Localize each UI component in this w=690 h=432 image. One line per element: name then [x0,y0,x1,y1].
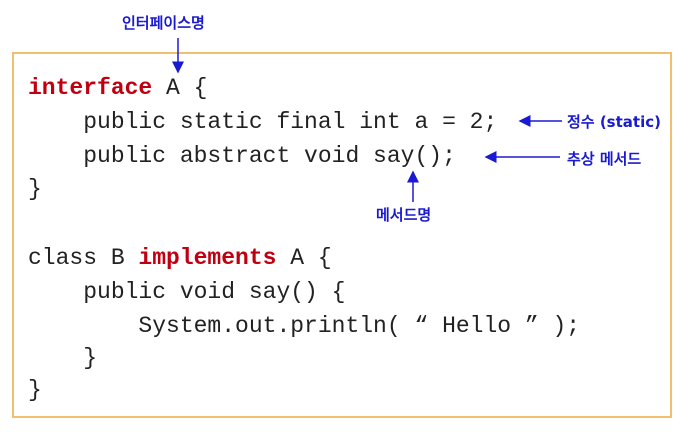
arrows-layer [172,38,562,202]
